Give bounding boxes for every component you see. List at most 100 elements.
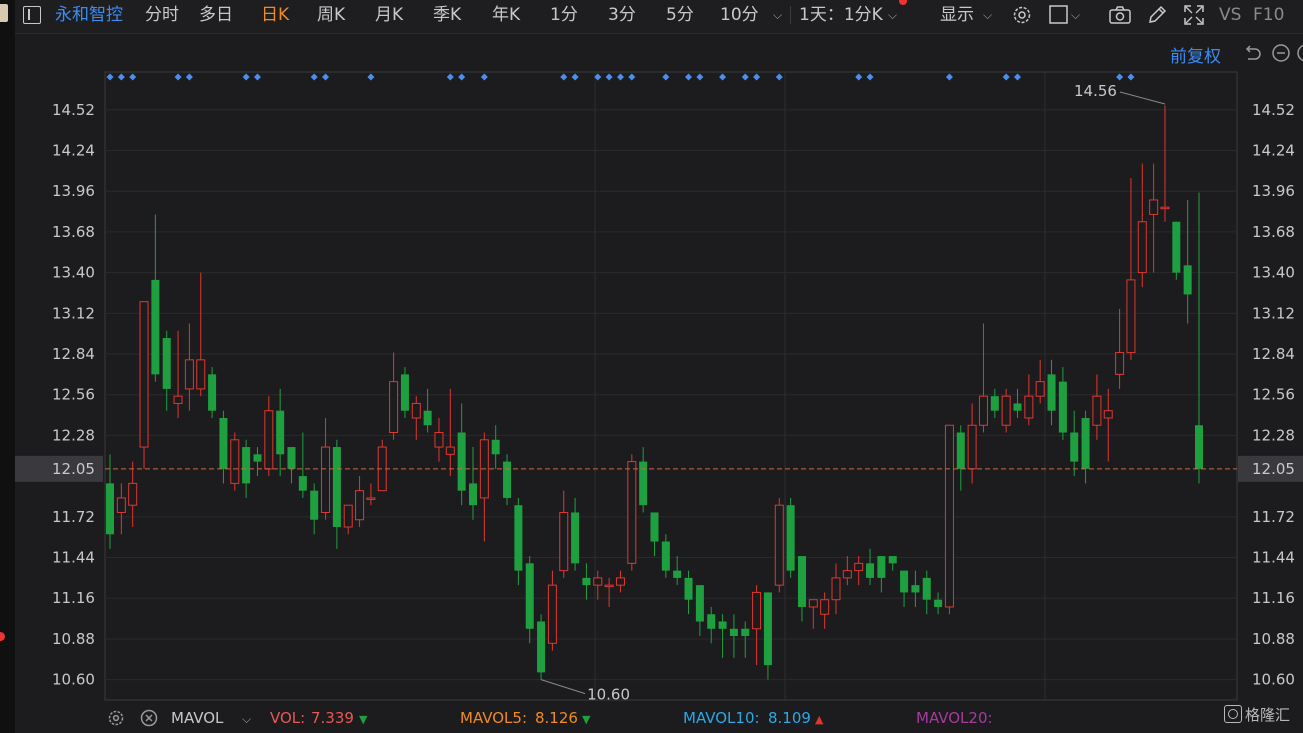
candle-body <box>661 541 670 571</box>
kline-chart[interactable]: 12.05 12.05 14.52 14.24 13.96 13.68 13.40 13.1… <box>15 34 1303 704</box>
display-chevron-down-icon[interactable]: ⌵ <box>983 8 992 23</box>
tab-intraday[interactable]: 分时 <box>145 0 179 30</box>
candle[interactable] <box>503 454 512 506</box>
y-tick-label: 12.84 <box>1252 345 1295 363</box>
candle-body <box>786 505 795 571</box>
layout-square-icon[interactable] <box>1047 4 1071 26</box>
candle-body <box>854 562 864 572</box>
tab-1min[interactable]: 1分 <box>550 0 578 30</box>
candle-body <box>888 556 897 564</box>
tab-5min[interactable]: 5分 <box>666 0 694 30</box>
candle-body <box>547 584 557 644</box>
mavol10-label: MAVOL10: <box>683 709 760 727</box>
y-tick-label: 14.52 <box>52 101 95 119</box>
candle-body <box>389 381 399 434</box>
indicator-name[interactable]: MAVOL <box>171 709 223 727</box>
tab-weekly-k[interactable]: 周K <box>317 0 345 30</box>
y-tick-label: 14.24 <box>1252 142 1295 160</box>
settings-gear-icon[interactable] <box>1010 4 1034 26</box>
y-tick-label: 13.96 <box>1252 182 1295 200</box>
indicator-bar: MAVOL ⌵ VOL: 7.339 ▼ MAVOL5: 8.126 ▼ MAV… <box>100 704 1240 732</box>
mavol10-up-arrow-icon: ▲ <box>815 713 824 726</box>
tab-daily-k[interactable]: 日K <box>261 0 289 30</box>
candle-body <box>707 614 716 629</box>
vs-compare-button[interactable]: VS <box>1219 0 1241 30</box>
candle[interactable] <box>627 454 637 571</box>
indicator-chevron-down-icon[interactable]: ⌵ <box>242 712 251 727</box>
candle-body <box>230 439 240 484</box>
candle-body <box>1092 395 1102 426</box>
y-tick-label: 13.40 <box>52 264 95 282</box>
y-tick-label: 11.72 <box>1252 508 1295 526</box>
candle[interactable] <box>139 301 149 469</box>
candle-body <box>366 497 376 500</box>
f10-button[interactable]: F10 <box>1253 0 1284 30</box>
pencil-icon[interactable] <box>1145 4 1169 26</box>
toolbar-divider <box>790 6 791 24</box>
vol-label: VOL: <box>270 709 306 727</box>
candle-body <box>1070 432 1079 462</box>
candle[interactable] <box>786 497 795 578</box>
period-chevron-down-icon[interactable]: ⌵ <box>773 8 782 23</box>
candle-body <box>208 374 217 411</box>
candle-body <box>332 447 341 528</box>
candle-body <box>343 504 353 528</box>
tab-3min[interactable]: 3分 <box>608 0 636 30</box>
mavol5-down-arrow-icon: ▼ <box>582 713 591 726</box>
candle[interactable] <box>1172 221 1181 280</box>
candle-body <box>1195 425 1203 469</box>
candle[interactable] <box>208 367 217 418</box>
interval-badge-dot <box>899 0 907 5</box>
candle-body <box>639 461 648 506</box>
y-tick-label: 10.88 <box>1252 630 1295 648</box>
candle-body <box>978 395 988 426</box>
candle-body <box>627 461 637 564</box>
candle[interactable] <box>400 367 409 418</box>
y-tick-label: 13.68 <box>1252 223 1295 241</box>
tab-quarterly-k[interactable]: 季K <box>433 0 461 30</box>
candle[interactable] <box>774 497 784 593</box>
candle-body <box>582 577 591 586</box>
candle-body <box>1001 395 1011 426</box>
current-price-label-left: 12.05 <box>52 460 95 478</box>
candle-body <box>1160 206 1170 210</box>
candle[interactable] <box>944 424 954 615</box>
tab-monthly-k[interactable]: 月K <box>375 0 403 30</box>
candle-body <box>842 570 852 579</box>
candle-body <box>1013 403 1022 411</box>
y-tick-label: 13.12 <box>1252 304 1295 322</box>
tab-yearly-k[interactable]: 年K <box>492 0 520 30</box>
interval-chevron-down-icon[interactable]: ⌵ <box>888 8 897 23</box>
interval-selector[interactable]: 1天：1分K <box>799 0 883 30</box>
camera-icon[interactable] <box>1108 4 1132 26</box>
candle-body <box>922 577 931 600</box>
candle[interactable] <box>537 614 546 680</box>
candle-body <box>287 447 296 469</box>
notification-dot <box>0 632 5 641</box>
candle-body <box>934 599 943 607</box>
indicator-close-icon[interactable] <box>140 709 158 727</box>
candle-body <box>1115 352 1125 375</box>
y-tick-label: 10.60 <box>1252 671 1295 689</box>
y-tick-label: 11.16 <box>1252 589 1295 607</box>
sidebar-toggle-icon[interactable] <box>23 6 41 24</box>
candle-body <box>718 621 727 629</box>
tab-10min[interactable]: 10分 <box>720 0 759 30</box>
display-menu[interactable]: 显示 <box>940 0 974 30</box>
candle-body <box>1047 374 1056 411</box>
candle-body <box>741 628 750 637</box>
indicator-settings-icon[interactable] <box>107 709 125 727</box>
candle-body <box>831 577 841 601</box>
candle-body <box>469 483 477 506</box>
tab-multiday[interactable]: 多日 <box>199 0 233 30</box>
y-tick-label: 10.60 <box>52 671 95 689</box>
layout-chevron-down-icon[interactable]: ⌵ <box>1071 8 1080 23</box>
y-tick-label: 10.88 <box>52 630 95 648</box>
candle[interactable] <box>230 432 240 491</box>
candle-body <box>514 505 523 571</box>
candle-body <box>106 483 114 535</box>
stock-name[interactable]: 永和智控 <box>55 0 123 30</box>
candle[interactable] <box>377 439 387 492</box>
candle-body <box>151 279 160 375</box>
fullscreen-icon[interactable] <box>1182 4 1206 26</box>
